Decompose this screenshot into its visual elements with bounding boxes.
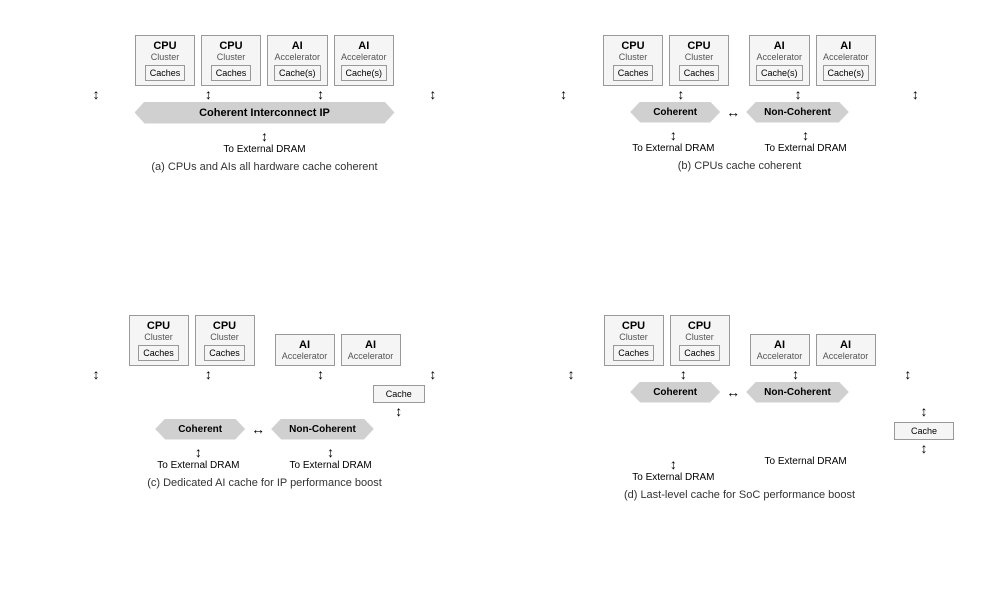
ai-subtitle-1: Accelerator <box>274 52 321 62</box>
vert-arrows-a: ↕ ↕ ↕ ↕ <box>40 86 489 102</box>
ai-accel-2: AI Accelerator Cache(s) <box>334 35 395 86</box>
arr-b4: ↕ <box>912 86 919 102</box>
ai-d2: AI Accelerator <box>816 334 876 366</box>
arrows-b: ↕ ↕ ↕ ↕ <box>515 86 964 102</box>
ai-c1: AI Accelerator <box>275 334 335 366</box>
ai-b2: AI Accelerator Cache(s) <box>816 35 877 86</box>
dram-left-c: ↕ To External DRAM <box>157 444 239 471</box>
dram-arrow-br: ↕ <box>802 127 809 143</box>
ai-b1: AI Accelerator Cache(s) <box>749 35 810 86</box>
cache-section-c: Cache ↕ <box>373 382 425 419</box>
diagram-c: CPU Cluster Caches CPU Cluster Caches AI… <box>32 307 497 577</box>
dram-label-a: To External DRAM <box>223 144 305 155</box>
components-d: CPU Cluster Caches CPU Cluster Caches AI… <box>604 315 876 366</box>
ai-subtitle-2: Accelerator <box>341 52 388 62</box>
non-coherent-banner-d: Non-Coherent <box>746 382 849 403</box>
right-group-c: AI Accelerator AI Accelerator <box>275 334 401 366</box>
cpu-title-2: CPU <box>208 40 254 52</box>
ai-accel-1: AI Accelerator Cache(s) <box>267 35 328 86</box>
dram-arrow-bl: ↕ <box>670 127 677 143</box>
dram-right-c: ↕ To External DRAM <box>290 444 372 471</box>
h-arrow-d: ↔ <box>726 384 740 400</box>
banner-row-d: Coherent ↔ Non-Coherent <box>630 382 849 403</box>
dram-row-b: ↕ To External DRAM ↕ To External DRAM <box>632 127 847 154</box>
cache-section-d: ↕ Cache ↕ <box>515 403 964 456</box>
right-group-d: AI Accelerator AI Accelerator <box>750 334 876 366</box>
spacer-c <box>104 396 224 404</box>
cpu-title-1: CPU <box>142 40 188 52</box>
dram-section-a: ↕ To External DRAM <box>223 128 305 155</box>
components-b: CPU Cluster Caches CPU Cluster Caches AI… <box>603 35 876 86</box>
dram-label-br: To External DRAM <box>765 143 847 154</box>
dram-arrow-a: ↕ <box>261 128 268 144</box>
mid-section-c: Cache ↕ <box>40 382 489 419</box>
cpu-d2: CPU Cluster Caches <box>670 315 730 366</box>
ai-title-1: AI <box>274 40 321 52</box>
cpu-cluster-2: CPU Cluster Caches <box>201 35 261 86</box>
arrow-a2: ↕ <box>205 86 212 102</box>
cpu-c1: CPU Cluster Caches <box>129 315 189 366</box>
dram-label-bl: To External DRAM <box>632 143 714 154</box>
arr-b1: ↕ <box>560 86 567 102</box>
arrow-a3: ↕ <box>317 86 324 102</box>
arr-b3: ↕ <box>795 86 802 102</box>
components-row-a: CPU Cluster Caches CPU Cluster Caches AI… <box>135 35 394 86</box>
right-group-b: AI Accelerator Cache(s) AI Accelerator C… <box>749 35 876 86</box>
ai-caches-1: Cache(s) <box>274 65 321 81</box>
coherent-interconnect-banner: Coherent Interconnect IP <box>135 102 395 124</box>
ai-caches-2: Cache(s) <box>341 65 388 81</box>
dram-right-b: ↕ To External DRAM <box>765 127 847 154</box>
caches-1: Caches <box>145 65 186 81</box>
banner-row-c: Coherent ↔ Non-Coherent <box>155 419 374 440</box>
caption-c: (c) Dedicated AI cache for IP performanc… <box>147 477 382 489</box>
caption-d: (d) Last-level cache for SoC performance… <box>624 489 855 501</box>
dram-left-b: ↕ To External DRAM <box>632 127 714 154</box>
arrows-d-top: ↕ ↕ ↕ ↕ <box>515 366 964 382</box>
arrow-a4: ↕ <box>429 86 436 102</box>
non-coherent-banner-c: Non-Coherent <box>271 419 374 440</box>
h-arrow-c: ↔ <box>251 421 265 437</box>
components-c: CPU Cluster Caches CPU Cluster Caches AI… <box>129 315 401 366</box>
dram-left-d: ↕ To External DRAM <box>632 456 714 483</box>
non-coherent-banner-b: Non-Coherent <box>746 102 849 123</box>
caches-2: Caches <box>211 65 252 81</box>
cpu-cluster-1: CPU Cluster Caches <box>135 35 195 86</box>
cache-box-d: Cache <box>894 422 954 440</box>
arrows-c-top: ↕ ↕ ↕ ↕ <box>40 366 489 382</box>
caption-b: (b) CPUs cache coherent <box>678 160 802 172</box>
arr-b2: ↕ <box>677 86 684 102</box>
diagram-b: CPU Cluster Caches CPU Cluster Caches AI… <box>507 27 972 297</box>
dram-row-d: ↕ To External DRAM To External DRAM <box>632 456 847 483</box>
arrow-a1: ↕ <box>93 86 100 102</box>
coherent-banner-b: Coherent <box>630 102 720 123</box>
left-group-d: CPU Cluster Caches CPU Cluster Caches <box>604 315 730 366</box>
coherent-banner-c: Coherent <box>155 419 245 440</box>
h-arrow-b: ↔ <box>726 104 740 120</box>
ai-c2: AI Accelerator <box>341 334 401 366</box>
cache-below-d: ↕ Cache ↕ <box>894 403 954 456</box>
ai-d1: AI Accelerator <box>750 334 810 366</box>
cpu-d1: CPU Cluster Caches <box>604 315 664 366</box>
left-group-c: CPU Cluster Caches CPU Cluster Caches <box>129 315 255 366</box>
dram-row-c: ↕ To External DRAM ↕ To External DRAM <box>157 444 372 471</box>
cpu-subtitle-1: Cluster <box>142 52 188 62</box>
banner-row-b: Coherent ↔ Non-Coherent <box>630 102 849 123</box>
cache-box-c: Cache <box>373 385 425 403</box>
main-container: CPU Cluster Caches CPU Cluster Caches AI… <box>22 17 982 587</box>
caption-a: (a) CPUs and AIs all hardware cache cohe… <box>151 161 377 173</box>
cpu-c2: CPU Cluster Caches <box>195 315 255 366</box>
coherent-banner-d: Coherent <box>630 382 720 403</box>
cpu-subtitle-2: Cluster <box>208 52 254 62</box>
left-group-b: CPU Cluster Caches CPU Cluster Caches <box>603 35 729 86</box>
ai-title-2: AI <box>341 40 388 52</box>
dram-right-d: To External DRAM <box>765 456 847 483</box>
diagram-d: CPU Cluster Caches CPU Cluster Caches AI… <box>507 307 972 577</box>
cpu-b2: CPU Cluster Caches <box>669 35 729 86</box>
diagram-a: CPU Cluster Caches CPU Cluster Caches AI… <box>32 27 497 297</box>
cpu-b1: CPU Cluster Caches <box>603 35 663 86</box>
